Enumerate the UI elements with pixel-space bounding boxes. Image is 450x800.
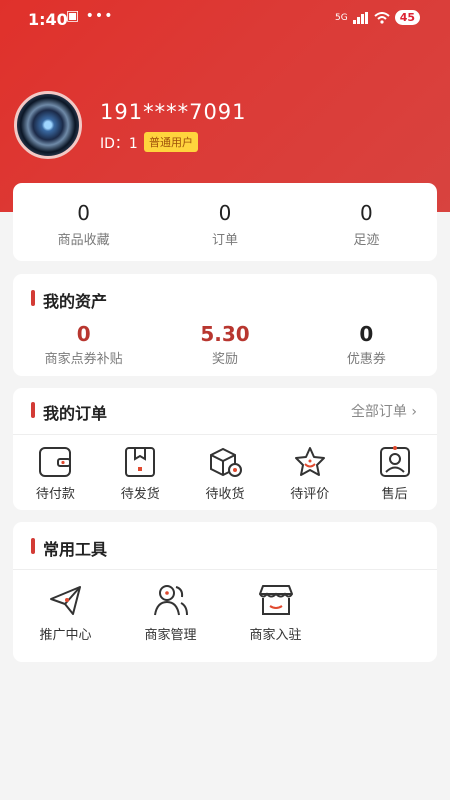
user-id: ID：1: [100, 136, 138, 152]
order-pending-shipment[interactable]: 待发货: [98, 445, 183, 502]
order-label: 待发货: [120, 487, 160, 502]
tools-title: 常用工具: [31, 536, 107, 560]
order-pending-payment[interactable]: 待付款: [13, 445, 98, 502]
orders-title: 我的订单: [31, 400, 107, 424]
service-icon: [379, 446, 410, 477]
tool-promotion-center[interactable]: 推广中心: [13, 582, 118, 643]
assets-card: 我的资产 0 商家点券补贴 5.30 奖励 0 优惠券: [13, 274, 437, 376]
package-icon: [125, 447, 156, 477]
tool-label: 推广中心: [39, 628, 92, 643]
stat-label: 商品收藏: [57, 233, 110, 248]
status-time: 1:40: [28, 10, 68, 29]
store-icon: [258, 585, 293, 615]
status-bar: 1:40 ▣ ••• 5G 45: [0, 0, 450, 40]
order-pending-review[interactable]: 待评价: [267, 445, 352, 502]
divider: [13, 569, 437, 570]
all-orders-link[interactable]: 全部订单 ›: [351, 401, 417, 421]
wifi-icon: [374, 11, 390, 24]
order-label: 待收货: [205, 487, 245, 502]
tool-merchant-management[interactable]: 商家管理: [118, 582, 223, 643]
order-label: 售后: [381, 487, 408, 502]
asset-label: 优惠券: [346, 352, 386, 367]
wallet-icon: [39, 447, 72, 477]
order-pending-receipt[interactable]: 待收货: [183, 445, 268, 502]
tool-label: 商家管理: [144, 628, 197, 643]
avatar[interactable]: [14, 91, 82, 159]
asset-value: 0: [76, 322, 91, 346]
stat-value: 0: [218, 201, 232, 225]
users-icon: [153, 585, 188, 616]
asset-reward[interactable]: 5.30 奖励: [154, 322, 295, 367]
stat-favorites[interactable]: 0 商品收藏: [13, 201, 154, 248]
network-label: 5G: [334, 12, 348, 23]
asset-value: 0: [359, 322, 374, 346]
chevron-right-icon: ›: [411, 404, 417, 420]
user-phone: 191****7091: [100, 100, 247, 124]
battery-icon: 45: [394, 10, 420, 25]
stat-value: 0: [359, 201, 373, 225]
order-after-sales[interactable]: 售后: [352, 445, 437, 502]
paper-plane-icon: [49, 586, 81, 615]
asset-label: 商家点券补贴: [44, 352, 123, 367]
tool-label: 商家入驻: [249, 628, 302, 643]
asset-label: 奖励: [211, 352, 238, 367]
divider: [13, 434, 437, 435]
stat-value: 0: [77, 201, 91, 225]
member-badge: 普通用户: [144, 132, 198, 152]
assets-title: 我的资产: [31, 288, 107, 312]
box-icon: [209, 447, 242, 477]
stat-label: 足迹: [353, 233, 380, 248]
all-orders-label: 全部订单: [350, 404, 407, 420]
notification-icons: ▣ •••: [66, 8, 114, 24]
stat-label: 订单: [211, 233, 238, 248]
asset-coupon[interactable]: 0 优惠券: [296, 322, 437, 367]
status-right: 5G 45: [335, 10, 420, 25]
orders-card: 我的订单 全部订单 › 待付款 待发货 待收货 待评价 售后: [13, 388, 437, 510]
star-icon: [294, 447, 325, 476]
signal-icon: [352, 11, 368, 24]
stats-card: 0 商品收藏 0 订单 0 足迹: [13, 183, 437, 261]
tools-card: 常用工具 推广中心 商家管理 商家入驻: [13, 522, 437, 662]
stat-history[interactable]: 0 足迹: [296, 201, 437, 248]
stat-orders[interactable]: 0 订单: [154, 201, 295, 248]
order-label: 待付款: [35, 487, 75, 502]
asset-subsidy[interactable]: 0 商家点券补贴: [13, 322, 154, 367]
order-label: 待评价: [290, 487, 330, 502]
tool-merchant-onboarding[interactable]: 商家入驻: [223, 582, 328, 643]
asset-value: 5.30: [200, 322, 250, 346]
